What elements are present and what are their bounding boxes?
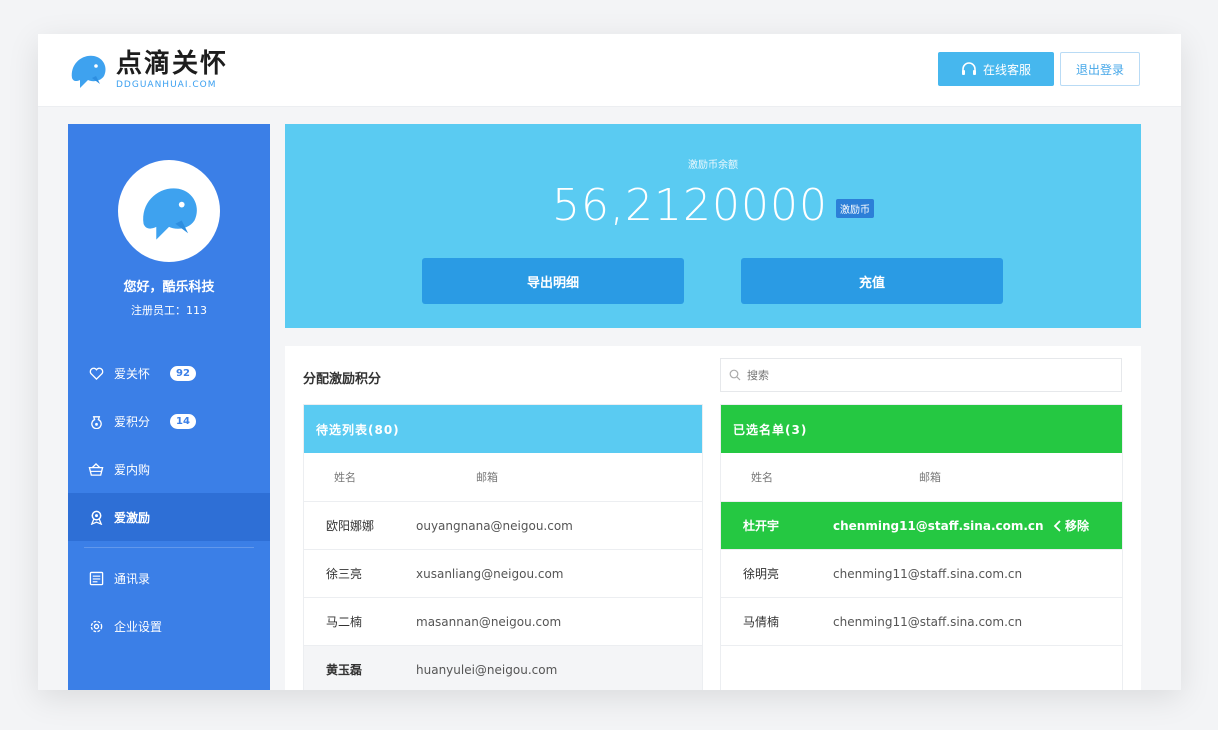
column-email: 邮箱: [476, 471, 498, 484]
sidebar-item-label: 通讯录: [114, 571, 151, 586]
row-email: chenming11@staff.sina.com.cn: [833, 518, 1044, 533]
brand-logo[interactable]: 点滴关怀 DDGUANHUAI.COM: [66, 42, 228, 98]
sidebar-item-purchase[interactable]: 爱内购: [68, 445, 270, 493]
row-email: chenming11@staff.sina.com.cn: [833, 614, 1023, 629]
top-header: 点滴关怀 DDGUANHUAI.COM 在线客服 退出登录: [38, 34, 1181, 107]
logout-button[interactable]: 退出登录: [1060, 52, 1140, 86]
chevron-left-icon: [1053, 519, 1061, 532]
table-header: 姓名 邮箱: [304, 453, 702, 502]
table-row[interactable]: 马二楠 masannan@neigou.com: [304, 598, 702, 646]
remove-label: 移除: [1065, 519, 1090, 533]
nav-divider: [84, 547, 254, 548]
online-service-label: 在线客服: [982, 62, 1031, 77]
count-badge: 92: [170, 365, 196, 381]
app-window: 点滴关怀 DDGUANHUAI.COM 在线客服 退出登录 您好，酷乐科技 注册…: [38, 34, 1181, 690]
gear-icon: [88, 618, 104, 634]
balance-value: 56,2120000: [552, 180, 828, 231]
remove-button[interactable]: 移除: [1053, 517, 1089, 534]
headset-icon: [961, 62, 976, 75]
search-icon: [729, 369, 741, 381]
brand-domain: DDGUANHUAI.COM: [116, 80, 217, 90]
search-input[interactable]: [745, 367, 1109, 383]
column-name: 姓名: [334, 471, 356, 484]
section-title: 分配激励积分: [303, 372, 382, 387]
sidebar-item-points[interactable]: 爱积分 14: [68, 397, 270, 445]
row-name: 欧阳娜娜: [326, 519, 375, 533]
table-row[interactable]: 马倩楠 chenming11@staff.sina.com.cn: [721, 598, 1122, 646]
pending-list-title: 待选列表(80): [304, 405, 702, 453]
export-details-button[interactable]: 导出明细: [422, 258, 684, 304]
online-service-button[interactable]: 在线客服: [938, 52, 1054, 86]
row-name: 黄玉磊: [326, 663, 363, 677]
row-name: 杜开宇: [743, 519, 780, 533]
table-row-selected[interactable]: 杜开宇 chenming11@staff.sina.com.cn 移除: [721, 502, 1122, 550]
row-email: huanyulei@neigou.com: [416, 662, 558, 677]
row-name: 马倩楠: [743, 615, 780, 629]
sidebar-nav: 爱关怀 92 爱积分 14 爱内购 爱激励 通讯录 企业设置: [68, 349, 270, 650]
selected-list: 已选名单(3) 姓名 邮箱 杜开宇 chenming11@staff.sina.…: [720, 404, 1123, 690]
search-box[interactable]: [720, 358, 1122, 392]
table-row[interactable]: 徐明亮 chenming11@staff.sina.com.cn: [721, 550, 1122, 598]
row-email: masannan@neigou.com: [416, 614, 562, 629]
pending-list: 待选列表(80) 姓名 邮箱 欧阳娜娜 ouyangnana@neigou.co…: [303, 404, 703, 690]
table-row[interactable]: 欧阳娜娜 ouyangnana@neigou.com: [304, 502, 702, 550]
avatar[interactable]: [118, 160, 220, 262]
table-header: 姓名 邮箱: [721, 453, 1122, 502]
dolphin-avatar-icon: [143, 188, 197, 240]
column-name: 姓名: [751, 471, 773, 484]
column-email: 邮箱: [919, 471, 941, 484]
recharge-button[interactable]: 充值: [741, 258, 1003, 304]
balance-unit: 激励币: [835, 199, 874, 218]
row-email: chenming11@staff.sina.com.cn: [833, 566, 1023, 581]
sidebar-item-label: 爱关怀: [114, 366, 151, 381]
user-greeting: 您好，酷乐科技: [123, 280, 215, 295]
heart-tag-icon: [88, 365, 104, 381]
sidebar-item-contacts[interactable]: 通讯录: [68, 554, 270, 602]
dolphin-logo-icon: [71, 55, 106, 88]
brand-name: 点滴关怀: [116, 49, 229, 79]
sidebar-item-label: 爱积分: [114, 414, 151, 429]
sidebar-item-label: 企业设置: [114, 619, 163, 634]
basket-icon: [88, 461, 104, 477]
balance-label: 激励币余额: [688, 160, 738, 171]
assign-panel: 分配激励积分 待选列表(80) 姓名 邮箱 欧阳娜娜 ouyangnana@ne…: [285, 346, 1141, 690]
sidebar-item-label: 爱内购: [114, 462, 151, 477]
sidebar-item-incentive[interactable]: 爱激励: [68, 493, 270, 541]
selected-list-title: 已选名单(3): [721, 405, 1122, 453]
table-row[interactable]: 徐三亮 xusanliang@neigou.com: [304, 550, 702, 598]
balance-panel: 激励币余额 56,2120000 激励币 导出明细 充值: [285, 124, 1141, 328]
sidebar-item-label: 爱激励: [114, 510, 151, 525]
employee-count: 注册员工：113: [131, 304, 207, 317]
sidebar: 您好，酷乐科技 注册员工：113 爱关怀 92 爱积分 14 爱内购 爱激励 通…: [68, 124, 270, 690]
row-name: 马二楠: [326, 615, 363, 629]
points-bag-icon: [88, 413, 104, 429]
row-email: ouyangnana@neigou.com: [416, 518, 573, 533]
sidebar-item-settings[interactable]: 企业设置: [68, 602, 270, 650]
award-icon: [88, 509, 104, 525]
sidebar-item-care[interactable]: 爱关怀 92: [68, 349, 270, 397]
table-row[interactable]: 黄玉磊 huanyulei@neigou.com: [304, 646, 702, 690]
count-badge: 14: [170, 413, 196, 429]
row-name: 徐三亮: [326, 567, 363, 581]
row-email: xusanliang@neigou.com: [416, 566, 564, 581]
contacts-icon: [88, 570, 104, 586]
row-name: 徐明亮: [743, 567, 780, 581]
